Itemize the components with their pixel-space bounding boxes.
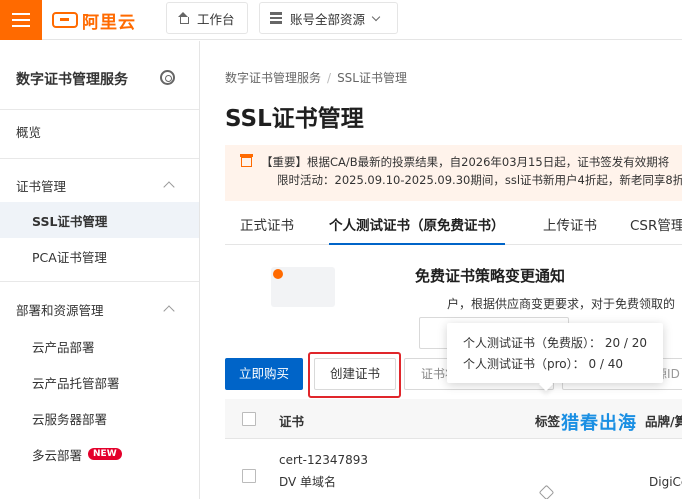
chevron-down-icon (371, 12, 381, 21)
gear-icon[interactable] (160, 70, 175, 85)
menu-icon[interactable] (0, 0, 42, 40)
sidebar-item-label: 云产品部署 (32, 339, 95, 355)
tab-bar: 正式证书 个人测试证书（原免费证书） 上传证书 CSR管理 (225, 207, 682, 245)
breadcrumb-item-ssl: SSL证书管理 (337, 71, 407, 85)
column-header-tag: 标签 (535, 414, 561, 429)
resource-scope-dropdown[interactable]: 账号全部资源 (259, 2, 398, 34)
sidebar-item-server-deploy[interactable]: 云服务器部署 (0, 400, 199, 436)
divider (0, 109, 199, 110)
sidebar-item-label: 概览 (16, 124, 42, 140)
tag-icon[interactable] (538, 484, 555, 499)
breadcrumb-item-service[interactable]: 数字证书管理服务 (225, 71, 321, 85)
sidebar-item-label: 多云部署 (32, 447, 83, 463)
logo-mark-icon (52, 12, 78, 28)
sidebar-item-label: PCA证书管理 (32, 249, 107, 265)
sidebar-item-label: SSL证书管理 (32, 213, 108, 229)
quota-free-line: 个人测试证书（免费版）： 20 / 20 (463, 336, 648, 350)
sidebar-item-cloud-deploy[interactable]: 云产品部署 (0, 328, 199, 364)
sidebar-item-cloud-hosted[interactable]: 云产品托管部署 (0, 364, 199, 400)
select-all-checkbox[interactable] (242, 412, 256, 426)
sidebar-item-ssl[interactable]: SSL证书管理 (0, 202, 199, 238)
cert-id[interactable]: cert-12347893 (279, 453, 368, 467)
buy-now-button[interactable]: 立即购买 (225, 358, 303, 390)
policy-notice-text: 户，根据供应商变更要求，对于免费领取的 (447, 297, 676, 311)
notice-line-important: 【重要】根据CA/B最新的投票结果，自2026年03月15日起，证书签发有效期将 (261, 155, 670, 169)
sidebar-item-multi-cloud[interactable]: 多云部署 NEW (0, 436, 199, 472)
illustration-icon (271, 267, 335, 307)
column-header-brand: 品牌/算 (645, 414, 682, 429)
breadcrumb: 数字证书管理服务 / SSL证书管理 (225, 69, 407, 86)
row-checkbox[interactable] (242, 469, 256, 483)
stack-icon (270, 12, 282, 24)
sidebar: 数字证书管理服务 概览 证书管理 SSL证书管理 PCA证书管理 部署和资源管理… (0, 41, 200, 499)
column-header-cert: 证书 (279, 414, 305, 429)
main-content: 数字证书管理服务 / SSL证书管理 SSL证书管理 【重要】根据CA/B最新的投票… (201, 41, 682, 499)
sidebar-item-pca[interactable]: PCA证书管理 (0, 238, 199, 274)
divider (0, 158, 199, 159)
quota-tooltip: 个人测试证书（免费版）： 20 / 20 个人测试证书（pro）： 0 / 40 (447, 323, 663, 383)
table-row: cert-12347893 DV 单域名 DigiCe (225, 439, 682, 499)
sidebar-item-overview[interactable]: 概览 (0, 113, 199, 149)
policy-notice-title: 免费证书策略变更通知 (415, 267, 566, 285)
cert-type: DV 单域名 (279, 475, 337, 489)
page-title: SSL证书管理 (225, 106, 364, 132)
sidebar-title: 数字证书管理服务 (16, 72, 128, 88)
gift-icon (239, 154, 253, 167)
resource-scope-label: 账号全部资源 (290, 11, 366, 27)
divider (0, 281, 199, 282)
new-badge: NEW (88, 448, 122, 460)
top-bar: 阿里云 工作台 账号全部资源 (0, 0, 682, 40)
quota-pro-line: 个人测试证书（pro）： 0 / 40 (463, 357, 624, 371)
tab-personal-test-cert[interactable]: 个人测试证书（原免费证书） (329, 207, 505, 245)
sidebar-item-label: 云服务器部署 (32, 411, 108, 427)
tab-upload-cert[interactable]: 上传证书 (543, 207, 597, 245)
tab-csr-management[interactable]: CSR管理 (630, 207, 682, 245)
notice-banner: 【重要】根据CA/B最新的投票结果，自2026年03月15日起，证书签发有效期将… (225, 145, 682, 201)
sidebar-item-label: 证书管理 (16, 178, 67, 194)
logo-text: 阿里云 (82, 12, 136, 33)
breadcrumb-separator: / (327, 71, 332, 85)
watermark-text: 猎春出海 (561, 413, 637, 434)
sidebar-item-label: 云产品托管部署 (32, 375, 120, 391)
cert-brand: DigiCe (649, 475, 682, 489)
home-icon (177, 12, 189, 24)
workbench-button[interactable]: 工作台 (166, 2, 248, 34)
sidebar-item-label: 部署和资源管理 (16, 302, 104, 318)
workbench-label: 工作台 (197, 11, 235, 27)
notice-line-promo: 限时活动：2025.09.10-2025.09.30期间，ssl证书新用户4折起… (277, 173, 682, 187)
highlight-box (308, 352, 401, 398)
aliyun-logo[interactable]: 阿里云 (52, 8, 136, 33)
tab-official-cert[interactable]: 正式证书 (240, 207, 294, 245)
